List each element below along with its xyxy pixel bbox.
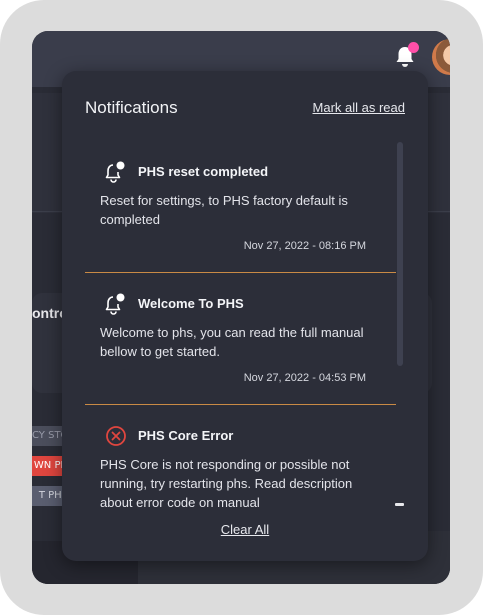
scroll-indicator xyxy=(395,503,404,506)
notification-title: PHS reset completed xyxy=(138,164,269,179)
notification-item[interactable]: Welcome To PHS Welcome to phs, you can r… xyxy=(85,273,396,405)
notification-body: Reset for settings, to PHS factory defau… xyxy=(100,193,348,227)
bell-alert-icon xyxy=(105,293,127,315)
notifications-title: Notifications xyxy=(85,98,178,117)
device-frame: ontro CY STO WN PH T PHS Notifications M… xyxy=(0,0,483,615)
unread-badge xyxy=(408,42,419,53)
notification-body: Welcome to phs, you can read the full ma… xyxy=(100,325,364,359)
notification-item[interactable]: PHS reset completed Reset for settings, … xyxy=(85,141,396,273)
notification-title: PHS Core Error xyxy=(138,428,234,443)
notifications-dropdown: Notifications Mark all as read PHS reset… xyxy=(62,71,428,561)
notification-title: Welcome To PHS xyxy=(138,296,244,311)
notification-item[interactable]: PHS Core Error PHS Core is not respondin… xyxy=(85,405,396,513)
mark-all-read-link[interactable]: Mark all as read xyxy=(313,100,405,115)
notification-body: PHS Core is not responding or possible n… xyxy=(100,457,353,510)
scrollbar-thumb[interactable] xyxy=(397,142,403,366)
clear-all-link[interactable]: Clear All xyxy=(62,522,428,537)
error-circle-icon xyxy=(105,425,127,447)
notifications-list[interactable]: PHS reset completed Reset for settings, … xyxy=(85,141,396,513)
notification-timestamp: Nov 27, 2022 - 08:16 PM xyxy=(243,240,366,252)
notification-timestamp: Nov 27, 2022 - 04:53 PM xyxy=(243,372,366,384)
bell-alert-icon xyxy=(105,161,127,183)
